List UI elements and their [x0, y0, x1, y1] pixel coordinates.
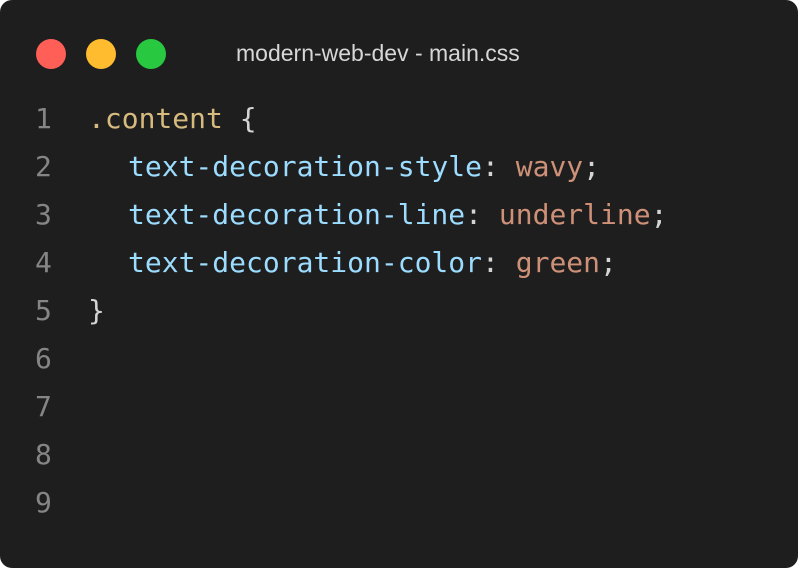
code-line[interactable]: 9 — [0, 479, 798, 527]
close-brace: } — [88, 294, 105, 327]
line-number: 6 — [35, 342, 52, 375]
css-value: green — [515, 246, 601, 279]
code-content: .content { — [88, 95, 257, 143]
semicolon: ; — [650, 198, 668, 231]
code-line[interactable]: 5 } — [0, 287, 798, 335]
code-line[interactable]: 7 — [0, 383, 798, 431]
code-line[interactable]: 4 text-decoration-color: green; — [0, 239, 798, 287]
line-number: 7 — [35, 390, 52, 423]
line-number: 3 — [35, 198, 52, 231]
semicolon: ; — [600, 246, 617, 279]
minimize-button[interactable] — [86, 39, 116, 69]
code-content: text-decoration-style: wavy; — [88, 143, 600, 191]
colon: : — [465, 198, 483, 231]
code-line[interactable]: 6 — [0, 335, 798, 383]
css-property: text-decoration-color — [128, 246, 483, 279]
line-number: 5 — [35, 294, 52, 327]
css-property: text-decoration-line — [128, 198, 466, 231]
code-line[interactable]: 8 — [0, 431, 798, 479]
title-bar: modern-web-dev - main.css — [0, 0, 798, 100]
zoom-button[interactable] — [136, 39, 166, 69]
code-line[interactable]: 2 text-decoration-style: wavy; — [0, 143, 798, 191]
colon: : — [482, 246, 499, 279]
code-editor[interactable]: 1 .content { 2 text-decoration-style: wa… — [0, 95, 798, 527]
code-content: text-decoration-line: underline; — [88, 191, 667, 239]
editor-window: modern-web-dev - main.css 1 .content { 2… — [0, 0, 798, 568]
css-value: underline — [498, 198, 651, 231]
semicolon: ; — [583, 150, 601, 183]
line-number: 1 — [35, 102, 52, 135]
line-number: 4 — [35, 246, 52, 279]
line-number: 2 — [35, 150, 52, 183]
open-brace: { — [239, 102, 257, 135]
code-line[interactable]: 1 .content { — [0, 95, 798, 143]
close-button[interactable] — [36, 39, 66, 69]
css-property: text-decoration-style — [128, 150, 483, 183]
css-value: wavy — [515, 150, 584, 183]
window-title: modern-web-dev - main.css — [236, 40, 520, 66]
line-number: 8 — [35, 438, 52, 471]
code-line[interactable]: 3 text-decoration-line: underline; — [0, 191, 798, 239]
code-content: text-decoration-color: green; — [88, 239, 617, 287]
colon: : — [482, 150, 499, 183]
line-number: 9 — [35, 486, 52, 519]
css-selector: .content — [88, 102, 223, 135]
code-content: } — [88, 287, 105, 335]
